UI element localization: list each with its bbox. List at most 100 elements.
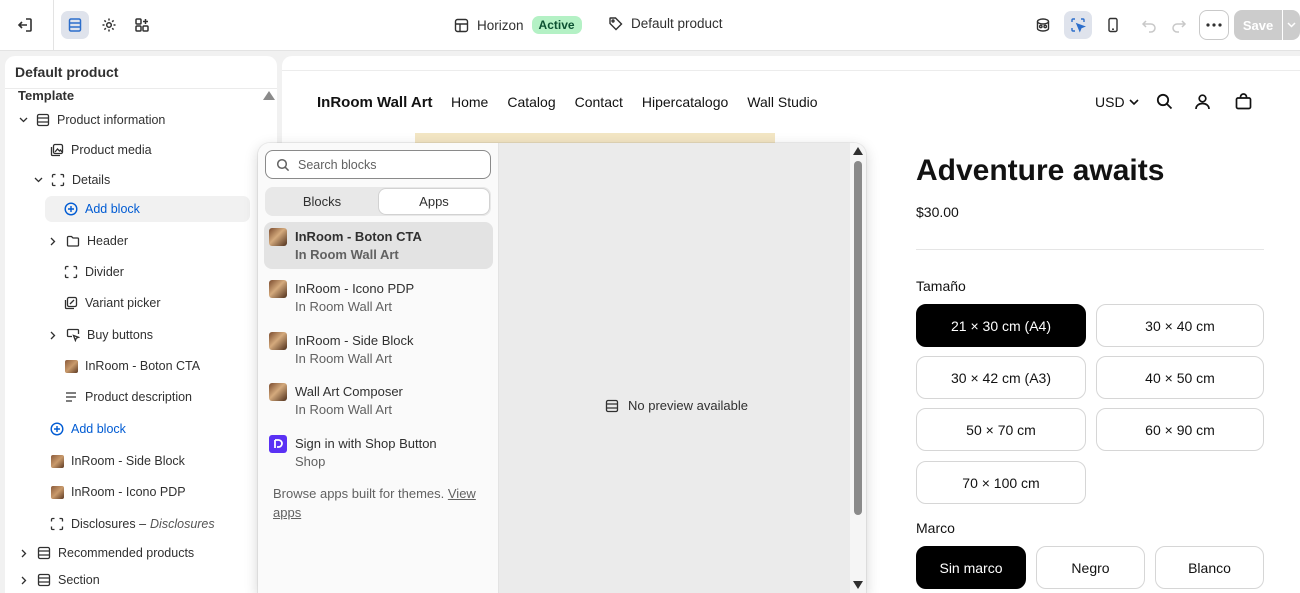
tree-item-product-information[interactable]: Product information	[17, 107, 165, 133]
save-button[interactable]: Save	[1234, 10, 1282, 40]
app-block-icon	[65, 359, 78, 373]
sections-icon[interactable]	[61, 11, 89, 39]
exit-icon[interactable]	[11, 11, 39, 39]
frame-option-sin-marco[interactable]: Sin marco	[916, 546, 1026, 589]
app-block-vendor: In Room Wall Art	[295, 247, 399, 262]
size-option-50x70[interactable]: 50 × 70 cm	[916, 408, 1086, 451]
tree-item-label: Divider	[85, 265, 124, 279]
nav-link-contact[interactable]: Contact	[575, 94, 623, 110]
add-block-button[interactable]: Add block	[45, 196, 250, 222]
inspector-icon[interactable]	[1029, 11, 1057, 39]
undo-icon[interactable]	[1135, 11, 1163, 39]
sections-sidebar: Default product Template Product informa…	[5, 56, 277, 593]
select-cursor-icon[interactable]	[1064, 11, 1092, 39]
chevron-right-icon[interactable]	[18, 574, 30, 586]
size-option-a3[interactable]: 30 × 42 cm (A3)	[916, 356, 1086, 399]
size-option-label: Tamaño	[916, 278, 966, 294]
tree-item-label: Product information	[57, 113, 166, 127]
nav-link-catalog[interactable]: Catalog	[507, 94, 555, 110]
frame-option-negro[interactable]: Negro	[1036, 546, 1145, 589]
redo-icon[interactable]	[1165, 11, 1193, 39]
app-block-inroom-icono-pdp[interactable]: InRoom - Icono PDP In Room Wall Art	[264, 274, 493, 321]
product-divider	[916, 249, 1264, 250]
app-block-icon	[51, 485, 64, 499]
theme-indicator[interactable]: Horizon Active	[454, 16, 582, 34]
chevron-right-icon[interactable]	[47, 329, 59, 341]
nav-link-wall-studio[interactable]: Wall Studio	[747, 94, 817, 110]
product-title: Adventure awaits	[916, 154, 1165, 187]
tree-item-variant-picker[interactable]: Variant picker	[64, 290, 161, 316]
cursor-button-icon	[66, 328, 80, 342]
save-options-button[interactable]	[1283, 10, 1300, 40]
tree-item-label: Disclosures –	[71, 517, 147, 531]
tree-item-inroom-side-block[interactable]: InRoom - Side Block	[51, 448, 185, 474]
chevron-down-icon[interactable]	[32, 174, 44, 186]
store-logo-text[interactable]: InRoom Wall Art	[317, 94, 433, 111]
tree-item-recommended-products[interactable]: Recommended products	[18, 540, 194, 566]
tree-item-header[interactable]: Header	[47, 228, 128, 254]
search-blocks-input[interactable]	[298, 157, 478, 172]
scroll-down-arrow-icon[interactable]	[853, 581, 863, 589]
tree-item-label: InRoom - Side Block	[71, 454, 185, 468]
app-block-inroom-boton-cta[interactable]: InRoom - Boton CTA In Room Wall Art	[264, 222, 493, 269]
mobile-preview-icon[interactable]	[1099, 11, 1127, 39]
group-frame-icon	[64, 265, 78, 279]
account-icon[interactable]	[1194, 93, 1211, 110]
gear-icon[interactable]	[95, 11, 123, 39]
size-option-70x100[interactable]: 70 × 100 cm	[916, 461, 1086, 504]
add-block-label: Add block	[85, 202, 140, 216]
app-block-sign-in-with-shop[interactable]: Sign in with Shop Button Shop	[264, 429, 493, 476]
app-thumbnail-icon	[269, 280, 287, 298]
cart-icon[interactable]	[1235, 93, 1252, 110]
scroll-up-arrow-icon[interactable]	[853, 147, 863, 155]
app-thumbnail-icon	[269, 383, 287, 401]
tab-blocks[interactable]: Blocks	[267, 189, 377, 214]
currency-selector[interactable]: USD	[1095, 94, 1139, 110]
search-icon[interactable]	[1156, 93, 1173, 110]
chevron-right-icon[interactable]	[18, 547, 30, 559]
chevron-right-icon[interactable]	[47, 235, 59, 247]
nav-link-hipercatalogo[interactable]: Hipercatalogo	[642, 94, 728, 110]
announcement-divider	[282, 70, 1300, 71]
app-thumbnail-icon	[269, 332, 287, 350]
tree-item-product-media[interactable]: Product media	[50, 137, 152, 163]
currency-label: USD	[1095, 94, 1125, 110]
app-block-vendor: In Room Wall Art	[295, 299, 393, 314]
tree-item-inroom-boton-cta[interactable]: InRoom - Boton CTA	[65, 353, 200, 379]
size-option-40x50[interactable]: 40 × 50 cm	[1096, 356, 1264, 399]
search-field[interactable]	[265, 150, 491, 179]
more-actions-button[interactable]	[1199, 10, 1229, 40]
app-block-inroom-side-block[interactable]: InRoom - Side Block In Room Wall Art	[264, 326, 493, 373]
tree-item-section[interactable]: Section	[18, 567, 100, 593]
app-block-vendor: In Room Wall Art	[295, 402, 393, 417]
tree-item-details[interactable]: Details	[32, 167, 110, 193]
tab-apps[interactable]: Apps	[379, 189, 489, 214]
chevron-down-icon[interactable]	[17, 114, 29, 126]
group-frame-icon	[51, 173, 65, 187]
tree-item-label: Recommended products	[58, 546, 195, 560]
theme-name: Horizon	[477, 17, 524, 33]
tree-item-inroom-icono-pdp[interactable]: InRoom - Icono PDP	[51, 479, 186, 505]
apps-icon[interactable]	[128, 11, 156, 39]
frame-option-label: Marco	[916, 520, 955, 536]
tree-item-product-description[interactable]: Product description	[64, 384, 192, 410]
size-option-30x40[interactable]: 30 × 40 cm	[1096, 304, 1264, 347]
tree-item-disclosures[interactable]: Disclosures – Disclosures	[50, 511, 215, 537]
tree-item-divider[interactable]: Divider	[64, 259, 124, 285]
size-option-60x90[interactable]: 60 × 90 cm	[1096, 408, 1264, 451]
size-option-a4[interactable]: 21 × 30 cm (A4)	[916, 304, 1086, 347]
product-price: $30.00	[916, 204, 959, 220]
app-block-wall-art-composer[interactable]: Wall Art Composer In Room Wall Art	[264, 377, 493, 424]
nav-link-home[interactable]: Home	[451, 94, 488, 110]
template-selector[interactable]: Default product	[608, 16, 723, 31]
add-block-popover: Blocks Apps InRoom - Boton CTA In Room W…	[258, 143, 866, 593]
scroll-up-arrow-icon[interactable]	[263, 91, 275, 100]
add-block-button[interactable]: Add block	[50, 416, 126, 442]
app-block-name: InRoom - Icono PDP	[295, 281, 415, 296]
folder-icon	[66, 234, 80, 248]
picker-scrollbar-thumb[interactable]	[854, 161, 862, 515]
tree-item-label: Details	[72, 173, 111, 187]
chevron-down-icon	[1287, 22, 1296, 28]
tree-item-buy-buttons[interactable]: Buy buttons	[47, 322, 153, 348]
frame-option-blanco[interactable]: Blanco	[1155, 546, 1264, 589]
